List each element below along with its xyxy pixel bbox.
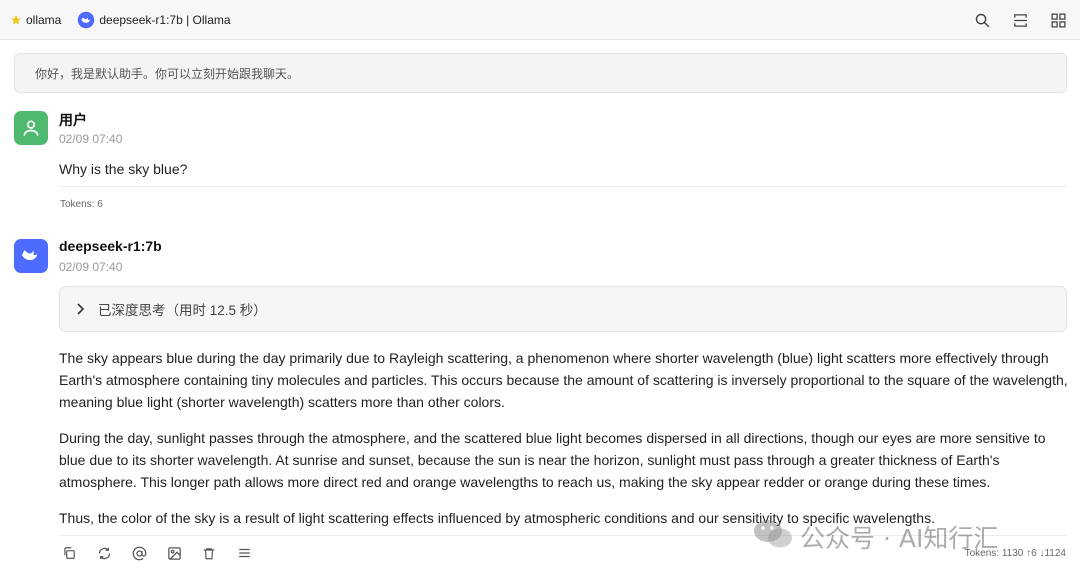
expand-icon[interactable] xyxy=(1008,8,1032,32)
star-icon xyxy=(10,14,22,26)
wechat-icon xyxy=(752,518,794,556)
user-name: 用户 xyxy=(59,112,87,128)
title-bar: ollama deepseek-r1:7b | Ollama xyxy=(0,0,1080,40)
bot-name: deepseek-r1:7b xyxy=(59,238,162,254)
mention-icon[interactable] xyxy=(130,543,148,563)
user-avatar xyxy=(14,111,48,145)
grid-icon[interactable] xyxy=(1046,8,1070,32)
copy-icon[interactable] xyxy=(60,543,78,563)
user-message-text: Why is the sky blue? xyxy=(59,161,188,177)
deepseek-logo-icon xyxy=(77,11,95,29)
bot-avatar xyxy=(14,239,48,273)
thinking-collapse[interactable]: 已深度思考（用时 12.5 秒） xyxy=(59,286,1067,332)
message-actions xyxy=(60,543,253,563)
delete-icon[interactable] xyxy=(200,543,218,563)
response-paragraph: The sky appears blue during the day prim… xyxy=(59,350,1068,410)
tab-deepseek[interactable]: deepseek-r1:7b | Ollama xyxy=(77,11,231,29)
watermark: 公众号 · AI知行汇 xyxy=(752,518,998,556)
bot-timestamp: 02/09 07:40 xyxy=(59,260,123,274)
tab-label: ollama xyxy=(26,12,62,27)
search-icon[interactable] xyxy=(970,8,994,32)
menu-icon[interactable] xyxy=(235,543,253,563)
tab-label: deepseek-r1:7b | Ollama xyxy=(99,12,231,27)
system-message-text: 你好，我是默认助手。你可以立刻开始跟我聊天。 xyxy=(35,66,300,81)
user-token-count: Tokens: 6 xyxy=(60,199,103,210)
system-message: 你好，我是默认助手。你可以立刻开始跟我聊天。 xyxy=(14,53,1067,93)
response-paragraph: During the day, sunlight passes through … xyxy=(59,430,1046,490)
chevron-right-icon xyxy=(76,303,86,315)
watermark-text: 公众号 · AI知行汇 xyxy=(800,524,999,553)
user-timestamp: 02/09 07:40 xyxy=(59,132,123,146)
thinking-label: 已深度思考（用时 12.5 秒） xyxy=(98,303,267,318)
divider xyxy=(59,186,1067,187)
image-icon[interactable] xyxy=(165,543,183,563)
regenerate-icon[interactable] xyxy=(95,543,113,563)
tab-ollama[interactable]: ollama xyxy=(10,13,61,27)
